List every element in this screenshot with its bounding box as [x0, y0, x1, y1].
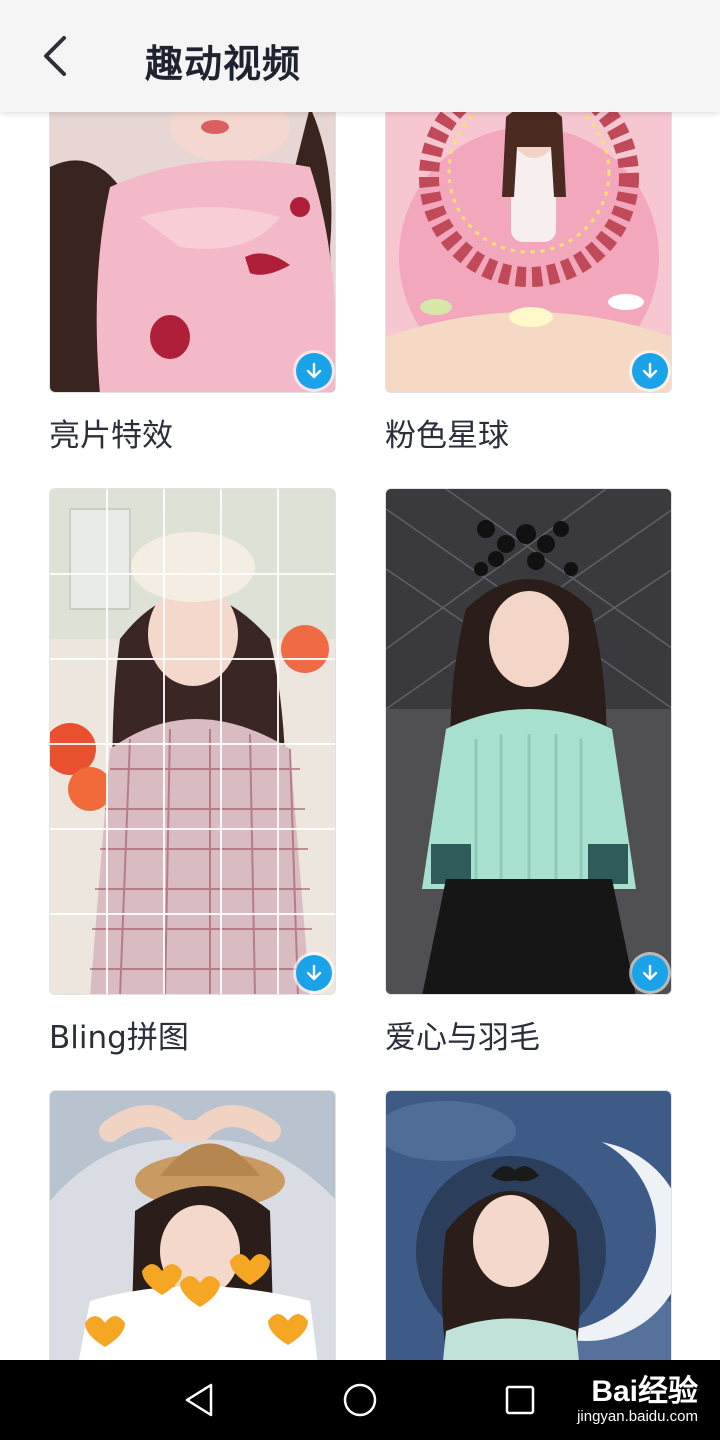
download-icon	[642, 964, 658, 981]
effect-card-pink-planet[interactable]: 粉色星球	[385, 112, 672, 462]
effect-thumbnail[interactable]	[385, 112, 672, 393]
download-icon	[306, 964, 322, 981]
triangle-back-icon	[185, 1383, 213, 1417]
nav-home-button[interactable]	[338, 1378, 382, 1422]
effect-card-hearts-feathers[interactable]: 爱心与羽毛	[385, 488, 672, 1078]
effect-thumbnail[interactable]	[49, 1090, 336, 1360]
girl-plaid-dress-image	[50, 489, 335, 994]
effect-label: 亮片特效	[49, 418, 173, 454]
effect-card-bling-puzzle[interactable]: Bling拼图	[49, 488, 336, 1078]
pink-planet-image	[386, 112, 671, 392]
effect-thumbnail[interactable]	[385, 1090, 672, 1360]
effect-card-moon[interactable]	[385, 1090, 672, 1360]
page-title: 趣动视频	[145, 42, 302, 86]
effect-label: 粉色星球	[385, 418, 509, 454]
effect-thumbnail[interactable]	[49, 488, 336, 995]
baidu-jingyan-watermark: Bai经验 jingyan.baidu.com	[577, 1366, 698, 1425]
watermark-url: jingyan.baidu.com	[577, 1408, 698, 1425]
system-navigation-bar: Bai经验 jingyan.baidu.com	[0, 1360, 720, 1440]
download-button[interactable]	[296, 955, 332, 991]
download-button[interactable]	[632, 353, 668, 389]
effect-label: Bling拼图	[49, 1020, 189, 1056]
download-icon	[642, 362, 658, 379]
download-icon	[306, 362, 322, 379]
download-button[interactable]	[296, 353, 332, 389]
effect-card-sequin[interactable]: 亮片特效	[49, 112, 336, 462]
effect-label: 爱心与羽毛	[385, 1020, 540, 1056]
effect-thumbnail[interactable]	[385, 488, 672, 995]
square-recent-icon	[505, 1385, 535, 1415]
download-button[interactable]	[632, 955, 668, 991]
girl-straw-hat-image	[50, 1091, 335, 1360]
nav-recent-button[interactable]	[498, 1378, 542, 1422]
girl-moon-image	[386, 1091, 671, 1360]
app-header: 趣动视频	[0, 0, 720, 112]
girl-mint-sweater-image	[386, 489, 671, 994]
effect-card-straw-hat[interactable]	[49, 1090, 336, 1360]
back-button[interactable]	[30, 28, 86, 84]
circle-home-icon	[343, 1383, 377, 1417]
effect-thumbnail[interactable]	[49, 112, 336, 393]
nav-back-button[interactable]	[178, 1378, 222, 1422]
girl-pink-sweater-image	[50, 112, 335, 392]
watermark-logo: Bai经验	[591, 1375, 698, 1408]
chevron-left-icon	[44, 36, 66, 76]
effects-grid: 亮片特效 粉色星球 Bling拼图 爱心与羽毛	[0, 112, 720, 1360]
